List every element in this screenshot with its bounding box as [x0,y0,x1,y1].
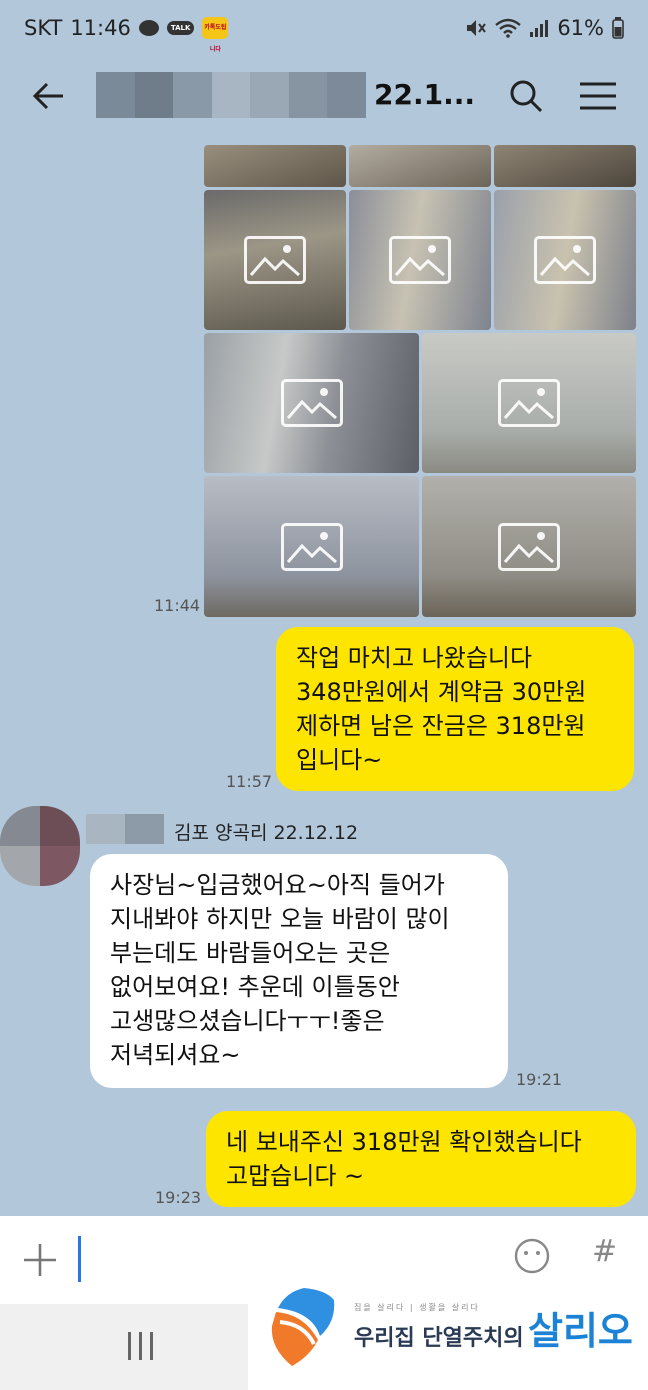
emoji-icon [514,1238,550,1274]
photo-thumbnail[interactable] [204,145,346,187]
photo-thumbnail[interactable] [422,333,636,473]
other-message-bubble[interactable]: 사장님~입금했어요~아직 들어가 지내봐야 하지만 오늘 바람이 많이 부는데도… [90,854,508,1088]
plus-icon [24,1244,56,1276]
my-message-bubble[interactable]: 네 보내주신 318만원 확인했습니다 고맙습니다 ~ [206,1111,636,1207]
back-arrow-icon [32,82,63,110]
chat-header: 22.1... [0,56,648,136]
wifi-icon [495,18,522,38]
photo-thumbnail[interactable] [494,145,636,187]
carrier-label: SKT [24,16,63,40]
mute-icon [467,20,487,36]
brand-name: 살리오 [528,1309,633,1353]
image-placeholder-icon [498,522,560,571]
recent-apps-icon[interactable] [128,1332,153,1360]
avatar[interactable] [0,806,80,886]
message-line: 고생많으셨습니다ㅜㅜ!좋은 [110,1007,385,1035]
message-line: 입니다~ [296,746,383,774]
image-placeholder-icon [498,379,560,427]
message-line: 348만원에서 계약금 30만원 [296,678,587,706]
message-time: 19:23 [155,1188,202,1207]
battery-icon [612,17,624,39]
message-line: 고맙습니다 ~ [226,1162,365,1190]
status-bar: SKT 11:46 TALK 카톡도됩니다 61% [0,0,648,56]
app-badge-icon: 카톡도됩니다 [202,17,229,53]
clock: 11:46 [70,16,131,40]
image-placeholder-icon [244,236,306,284]
signal-icon [530,20,549,37]
image-placeholder-icon [280,379,343,427]
text-cursor[interactable] [78,1236,81,1282]
hamburger-menu-icon [580,82,616,110]
message-line: 지내봐야 하지만 오늘 바람이 많이 [110,905,450,933]
talk-notification-icon: TALK [166,21,195,35]
nav-left-area [0,1304,248,1390]
photo-thumbnail[interactable] [422,476,636,617]
battery-percent: 61% [557,16,604,40]
message-time: 11:44 [154,596,201,615]
emoji-button[interactable] [512,1236,552,1276]
message-line: 네 보내주신 318만원 확인했습니다 [226,1128,582,1156]
message-line: 작업 마치고 나왔습니다 [296,644,533,672]
status-left: SKT 11:46 TALK 카톡도됩니다 [24,16,229,53]
brand-tagline: 집을 살리다 | 생활을 살리다 [354,1303,480,1312]
back-button[interactable] [28,76,68,116]
message-line: 없어보여요! 추운데 이틀동안 [110,973,400,1001]
search-icon [510,80,543,113]
menu-button[interactable] [576,76,620,116]
photo-thumbnail[interactable] [494,190,636,330]
photo-thumbnail[interactable] [204,333,419,473]
message-line: 저녁되셔요~ [110,1041,241,1069]
message-time: 19:21 [516,1070,563,1089]
message-time: 11:57 [226,772,273,791]
message-line: 사장님~입금했어요~아직 들어가 [110,871,445,899]
search-button[interactable] [506,76,546,116]
my-message-bubble[interactable]: 작업 마치고 나왔습니다 348만원에서 계약금 30만원 제하면 남은 잔금은… [276,627,634,791]
blurred-sender-name [86,814,164,844]
image-placeholder-icon [534,236,596,284]
image-placeholder-icon [280,522,343,571]
attach-button[interactable] [20,1240,60,1280]
chat-title: 22.1... [374,78,475,111]
photo-thumbnail[interactable] [204,476,419,617]
sender-name: 김포 양곡리 22.12.12 [174,822,359,844]
app-badge-text: 카톡도됩니다 [204,24,227,53]
brand-watermark: 집을 살리다 | 생활을 살리다 우리집 단열주치의 살리오 [264,1280,644,1380]
brand-subtitle: 우리집 단열주치의 [354,1326,524,1351]
photo-thumbnail[interactable] [204,190,346,330]
photo-thumbnail[interactable] [349,145,491,187]
status-right: 61% [465,16,624,40]
message-line: 부는데도 바람들어오는 곳은 [110,939,391,967]
message-line: 제하면 남은 잔금은 318만원 [296,712,586,740]
brand-logo-icon [271,1288,335,1366]
chat-notification-icon [138,20,159,36]
photo-message[interactable] [204,145,636,617]
hashtag-button[interactable]: # [592,1234,617,1269]
blurred-chat-name [96,72,367,118]
image-placeholder-icon [389,236,451,284]
photo-thumbnail[interactable] [349,190,491,330]
